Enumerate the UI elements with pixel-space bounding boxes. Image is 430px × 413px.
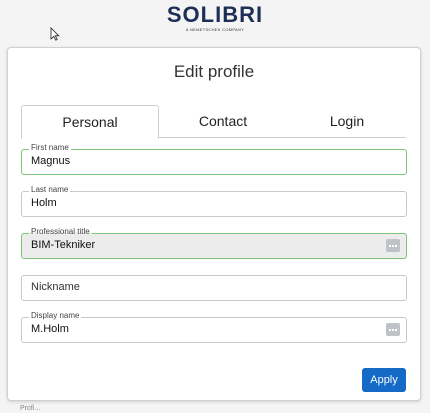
dialog-title: Edit profile [173, 62, 255, 81]
solibri-logo: SOLIBRI A NEMETSCHEK COMPANY [0, 2, 430, 33]
apply-button[interactable]: Apply [362, 368, 406, 392]
logo-brand: SOLIBRI [166, 2, 264, 27]
nickname-placeholder: Nickname [31, 281, 80, 293]
more-dots-icon[interactable] [386, 239, 400, 252]
profile-tabs: Personal Contact Login [21, 105, 406, 139]
display-name-field[interactable]: Display name M.Holm [21, 311, 407, 343]
tab-personal[interactable]: Personal [21, 105, 159, 139]
first-name-field[interactable]: First name Magnus [21, 143, 407, 175]
nickname-field[interactable]: Nickname [21, 275, 407, 301]
last-name-label: Last name [29, 185, 71, 195]
first-name-value: Magnus [31, 155, 71, 167]
professional-title-value: BIM-Tekniker [31, 239, 96, 251]
tab-contact[interactable]: Contact [158, 105, 288, 137]
display-name-value: M.Holm [31, 323, 69, 335]
more-dots-icon[interactable] [386, 323, 400, 336]
display-name-label: Display name [29, 311, 82, 321]
professional-title-field[interactable]: Professional title BIM-Tekniker [21, 227, 407, 259]
tab-login[interactable]: Login [288, 105, 406, 137]
edit-profile-dialog: Edit profile Personal Contact Login Firs… [7, 47, 421, 401]
mouse-pointer-icon [50, 27, 60, 41]
last-name-field[interactable]: Last name Holm [21, 185, 407, 217]
footer-text: Profi... [20, 405, 41, 412]
first-name-label: First name [29, 143, 71, 153]
logo-tagline: A NEMETSCHEK COMPANY [185, 27, 245, 32]
last-name-value: Holm [31, 197, 57, 209]
professional-title-label: Professional title [29, 227, 92, 237]
